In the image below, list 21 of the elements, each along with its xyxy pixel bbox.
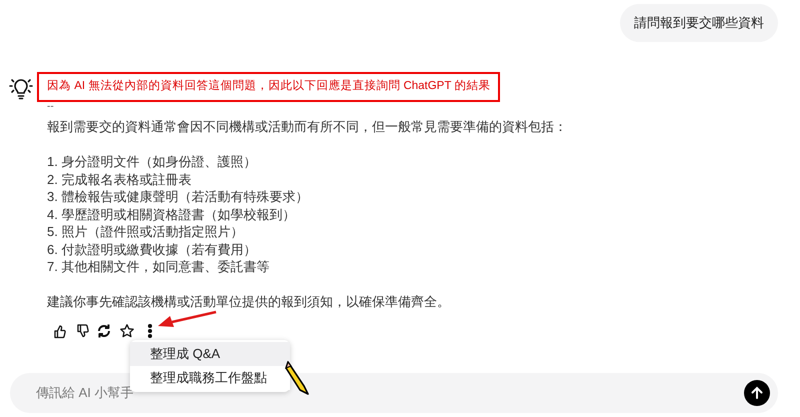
list-item: 6. 付款證明或繳費收據（若有費用） bbox=[47, 240, 256, 258]
notice-text: 因為 AI 無法從內部的資料回答這個問題，因此以下回應是直接詢問 ChatGPT 的結果 bbox=[37, 72, 500, 102]
annotation-arrow bbox=[158, 310, 218, 330]
list-item: 1. 身分證明文件（如身份證、護照） bbox=[47, 153, 256, 170]
list-item: 7. 其他相關文件，如同意書、委託書等 bbox=[47, 258, 270, 276]
arrow-up-icon bbox=[750, 386, 764, 400]
menu-item[interactable]: 整理成職務工作盤點 bbox=[130, 366, 290, 390]
user-message: 請問報到要交哪些資料 bbox=[620, 4, 778, 42]
star-icon[interactable] bbox=[118, 322, 135, 340]
list-item: 2. 完成報名表格或註冊表 bbox=[47, 170, 192, 188]
list-item: 4. 學歷證明或相關資格證書（如學校報到） bbox=[47, 206, 296, 223]
refresh-icon[interactable] bbox=[95, 322, 112, 340]
lightbulb-icon bbox=[9, 77, 33, 101]
list-item: 3. 體檢報告或健康聲明（若活動有特殊要求） bbox=[47, 188, 308, 206]
menu-item[interactable]: 整理成 Q&A bbox=[130, 342, 290, 366]
send-button[interactable] bbox=[744, 380, 770, 406]
answer-paragraph: 報到需要交的資料通常會因不同機構或活動而有所不同，但一般常見需要準備的資料包括： bbox=[47, 118, 567, 136]
pencil-cursor-icon bbox=[284, 360, 310, 396]
list-item: 5. 照片（證件照或活動指定照片） bbox=[47, 223, 244, 240]
answer-paragraph: 建議你事先確認該機構或活動單位提供的報到須知，以確保準備齊全。 bbox=[47, 293, 450, 310]
separator-text: -- bbox=[46, 102, 54, 112]
